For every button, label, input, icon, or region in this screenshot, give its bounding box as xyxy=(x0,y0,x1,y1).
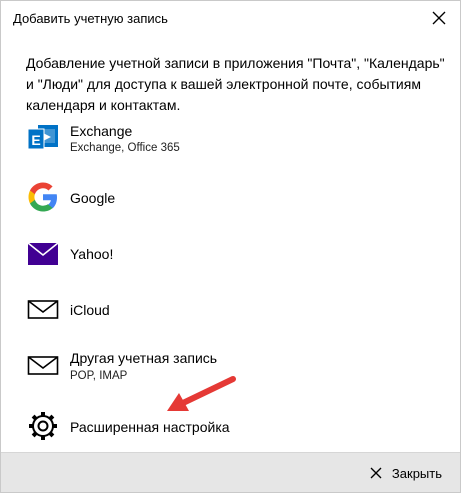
account-option-google[interactable]: Google xyxy=(21,174,441,220)
close-button-label: Закрыть xyxy=(391,465,442,481)
window-title: Добавить учетную запись xyxy=(13,11,168,26)
add-account-dialog: Добавить учетную запись Добавление учетн… xyxy=(0,0,461,493)
account-name: iCloud xyxy=(70,302,110,318)
mail-envelope-icon xyxy=(27,356,59,375)
gear-icon xyxy=(29,412,57,440)
yahoo-icon xyxy=(27,242,59,265)
close-icon xyxy=(370,467,382,479)
account-option-yahoo[interactable]: Yahoo! xyxy=(21,230,441,276)
google-icon xyxy=(28,182,57,212)
account-name: Google xyxy=(70,190,116,206)
account-option-icloud[interactable]: iCloud xyxy=(21,286,441,332)
close-button[interactable]: Закрыть xyxy=(365,460,446,486)
red-arrow-annotation xyxy=(167,376,236,411)
account-name: Yahoo! xyxy=(70,246,114,262)
account-name: Exchange xyxy=(70,123,133,139)
account-subtitle: Exchange, Office 365 xyxy=(70,142,180,154)
dialog-footer: Закрыть xyxy=(1,452,460,492)
close-icon[interactable] xyxy=(430,9,448,27)
account-subtitle: POP, IMAP xyxy=(70,370,128,382)
exchange-icon: E xyxy=(27,125,58,150)
title-bar: Добавить учетную запись xyxy=(1,1,460,35)
svg-text:E: E xyxy=(31,132,40,148)
dialog-description: Добавление учетной записи в приложения "… xyxy=(26,55,445,113)
mail-envelope-icon xyxy=(27,300,59,319)
account-name: Расширенная настройка xyxy=(70,419,230,435)
account-option-exchange[interactable]: E Exchange Exchange, Office 365 xyxy=(21,118,441,164)
account-name: Другая учетная запись xyxy=(70,350,218,366)
